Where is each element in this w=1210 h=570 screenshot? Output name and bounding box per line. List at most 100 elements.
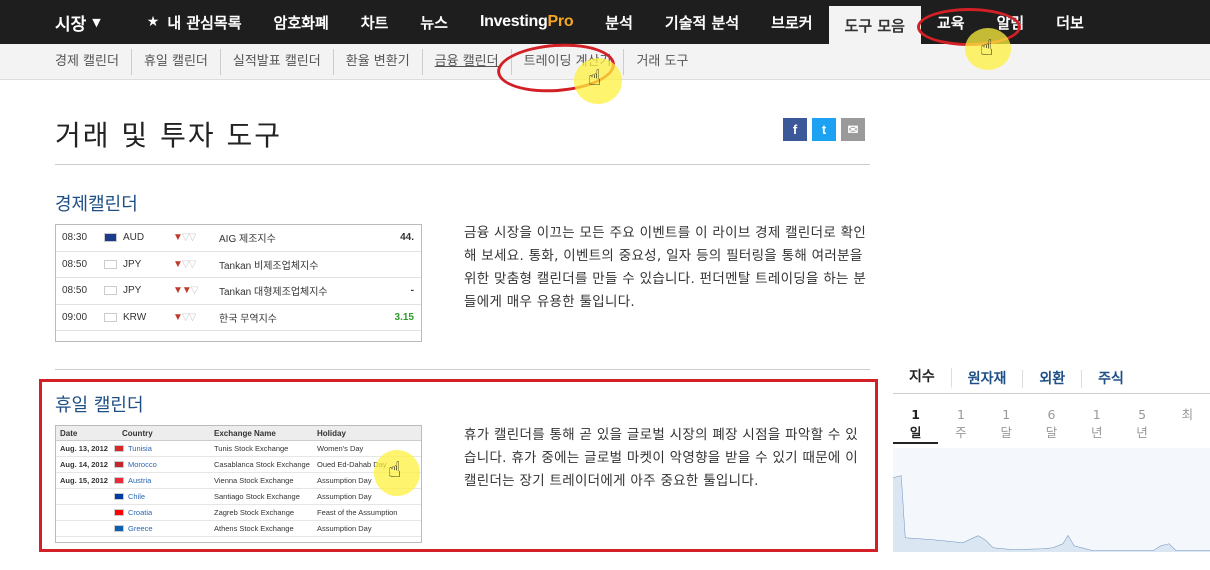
nav-news[interactable]: 뉴스 xyxy=(404,0,464,44)
period-unit: 년 xyxy=(1136,425,1148,440)
event-time: 09:00 xyxy=(62,311,88,323)
table-row: 09:00 KRW ▼▽▽ 한국 무역지수 3.15 xyxy=(56,305,421,331)
nav-tools[interactable]: 도구 모음 xyxy=(828,6,921,44)
econ-calendar-rows: 08:30 AUD ▼▽▽ AIG 제조지수 44. 08:50 JPY ▼▽▽ Tankan … xyxy=(56,225,421,331)
country-name: Chile xyxy=(128,492,146,501)
subnav-holiday-calendar[interactable]: 휴일 캘린더 xyxy=(132,48,221,75)
holiday-calendar-thumbnail[interactable]: Date Country Exchange Name Holiday Aug. … xyxy=(55,425,422,543)
nav-markets-label: 시장 xyxy=(55,14,87,35)
econ-calendar-title[interactable]: 경제캘린더 xyxy=(55,190,138,216)
event-name: AIG 제조지수 xyxy=(219,234,276,246)
chevron-down-icon: ▼ xyxy=(92,15,101,29)
nav-technical[interactable]: 기술적 분석 xyxy=(649,0,755,44)
holiday-calendar-title[interactable]: 휴일 캘린더 xyxy=(55,391,144,417)
period-number: 1 xyxy=(1002,407,1011,422)
tab-commodities[interactable]: 원자재 xyxy=(952,369,1024,388)
holiday-calendar-desc: 휴가 캘린더를 통해 곧 있을 글로벌 시장의 폐장 시점을 파악할 수 있습니… xyxy=(464,427,858,489)
flag-icon xyxy=(114,477,124,484)
importance-icon: ▼▽▽ xyxy=(173,311,196,323)
period-option[interactable]: 1년 xyxy=(1074,406,1119,446)
holiday-date: Aug. 14, 2012 xyxy=(60,460,108,469)
period-number: 최 xyxy=(1181,407,1194,422)
holiday-table-header: Date Country Exchange Name Holiday xyxy=(56,426,421,441)
subnav-earnings-calendar[interactable]: 실적발표 캘린더 xyxy=(221,48,334,75)
holiday-exchange: Casablanca Stock Exchange xyxy=(214,460,310,469)
country-name: Greece xyxy=(128,524,153,533)
nav-watchlist[interactable]: 내 관심목록 xyxy=(131,0,258,44)
brand-pro: Pro xyxy=(547,13,574,30)
twitter-icon[interactable]: t xyxy=(812,118,836,141)
period-option[interactable]: 최 xyxy=(1165,406,1210,446)
facebook-icon[interactable]: f xyxy=(783,118,807,141)
period-option[interactable]: 1달 xyxy=(984,406,1029,446)
holiday-country: Tunisia xyxy=(114,444,214,453)
tab-forex[interactable]: 외환 xyxy=(1023,369,1083,388)
table-row: 08:50 JPY ▼▼▽ Tankan 대형제조업체지수 - xyxy=(56,278,421,305)
event-value: - xyxy=(410,285,414,297)
period-unit: 일 xyxy=(909,425,922,440)
flag-icon xyxy=(104,286,117,296)
nav-analysis[interactable]: 분석 xyxy=(589,0,649,44)
table-row: Greece Athens Stock Exchange Assumption Da… xyxy=(56,521,421,537)
period-number: 1 xyxy=(911,407,920,422)
period-unit: 년 xyxy=(1091,425,1103,440)
email-icon[interactable]: ✉ xyxy=(841,118,865,141)
period-selector: 1일1주1달6달1년5년최 xyxy=(893,406,1210,446)
tab-stocks[interactable]: 주식 xyxy=(1082,370,1140,388)
share-buttons: f t ✉ xyxy=(783,118,865,141)
event-value: 3.15 xyxy=(394,311,414,323)
hand-cursor-icon: ☝ xyxy=(588,66,602,91)
market-tabs: 지수 원자재 외환 주식 xyxy=(893,364,1210,394)
event-name: Tankan 대형제조업체지수 xyxy=(219,287,328,299)
nav-brokers[interactable]: 브로커 xyxy=(755,0,828,44)
holiday-country: Greece xyxy=(114,524,214,533)
table-row: Aug. 14, 2012 Morocco Casablanca Stock Exc… xyxy=(56,457,421,473)
period-option[interactable]: 5년 xyxy=(1119,406,1164,446)
holiday-exchange: Athens Stock Exchange xyxy=(214,524,294,533)
nav-crypto[interactable]: 암호화폐 xyxy=(258,0,345,44)
country-name: Tunisia xyxy=(128,444,152,453)
nav-more[interactable]: 더보 xyxy=(1040,0,1100,44)
period-number: 1 xyxy=(1092,407,1101,422)
period-number: 5 xyxy=(1138,407,1147,422)
page-title: 거래 및 투자 도구 xyxy=(55,119,283,152)
event-time: 08:50 xyxy=(62,285,88,297)
hand-cursor-icon: ☝ xyxy=(980,36,994,61)
event-time: 08:50 xyxy=(62,258,88,270)
flag-icon xyxy=(104,259,117,269)
period-option[interactable]: 6달 xyxy=(1029,406,1074,446)
period-option[interactable]: 1일 xyxy=(893,406,939,444)
col-exchange: Exchange Name xyxy=(214,428,276,438)
nav-markets[interactable]: 시장 ▼ xyxy=(0,0,131,44)
econ-calendar-thumbnail[interactable]: 08:30 AUD ▼▽▽ AIG 제조지수 44. 08:50 JPY ▼▽▽ Tankan … xyxy=(55,224,422,342)
flag-icon xyxy=(114,493,124,500)
event-currency: KRW xyxy=(123,311,147,323)
flag-icon xyxy=(104,312,117,322)
flag-icon xyxy=(104,233,117,243)
nav-investingpro[interactable]: Investing Pro xyxy=(464,0,589,44)
subnav-currency-converter[interactable]: 환율 변환기 xyxy=(334,48,423,75)
table-row: 08:50 JPY ▼▽▽ Tankan 비제조업체지수 xyxy=(56,252,421,278)
flag-icon xyxy=(114,525,124,532)
flag-icon xyxy=(114,461,124,468)
period-option[interactable]: 1주 xyxy=(938,406,983,446)
period-number: 6 xyxy=(1047,407,1056,422)
nav-charts[interactable]: 차트 xyxy=(345,0,405,44)
holiday-country: Croatia xyxy=(114,508,214,517)
table-row: Croatia Zagreb Stock Exchange Feast of the… xyxy=(56,505,421,521)
event-currency: AUD xyxy=(123,232,145,244)
holiday-table-rows: Aug. 13, 2012 Tunisia Tunis Stock Exchange… xyxy=(56,441,421,537)
table-row: Aug. 13, 2012 Tunisia Tunis Stock Exchange… xyxy=(56,441,421,457)
table-row: 08:30 AUD ▼▽▽ AIG 제조지수 44. xyxy=(56,225,421,252)
event-currency: JPY xyxy=(123,258,142,270)
subnav-trading-tools[interactable]: 거래 도구 xyxy=(624,49,700,75)
event-value: 44. xyxy=(400,232,414,244)
tab-indices[interactable]: 지수 xyxy=(893,368,952,389)
holiday-country: Austria xyxy=(114,476,214,485)
event-time: 08:30 xyxy=(62,232,88,244)
hand-cursor-icon: ☝ xyxy=(388,458,402,483)
country-name: Morocco xyxy=(128,460,157,469)
flag-icon xyxy=(114,445,124,452)
subnav-economic-calendar[interactable]: 경제 캘린더 xyxy=(0,48,132,75)
holiday-exchange: Santiago Stock Exchange xyxy=(214,492,300,501)
